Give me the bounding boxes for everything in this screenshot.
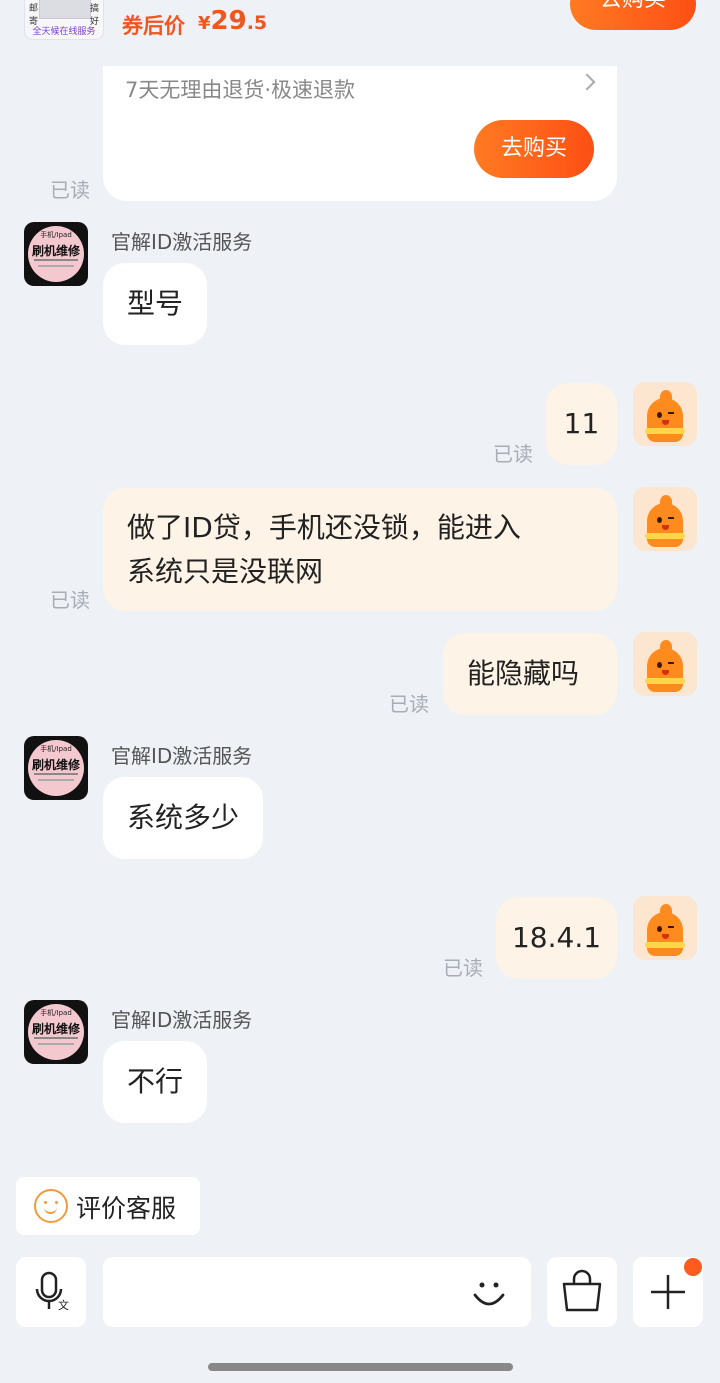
user-avatar[interactable] (633, 632, 697, 696)
top-buy-button[interactable]: 去购买 (570, 0, 696, 30)
avatar-text: 手机/Ipad (40, 231, 72, 239)
read-receipt: 已读 (493, 442, 533, 466)
read-receipt: 已读 (443, 956, 483, 980)
emoji-icon[interactable] (469, 1273, 509, 1313)
buy-button[interactable]: 去购买 (474, 120, 594, 178)
message-bubble[interactable]: 做了ID贷，手机还没锁，能进入 系统只是没联网 (103, 488, 617, 611)
shopping-bag-button[interactable] (547, 1257, 617, 1327)
sender-name: 官解ID激活服务 (111, 1008, 253, 1032)
message-bubble[interactable]: 18.4.1 (496, 897, 617, 979)
microphone-icon: 文 (35, 1271, 69, 1312)
rate-service-label: 评价客服 (76, 1194, 177, 1223)
user-avatar[interactable] (633, 487, 697, 551)
message-bubble[interactable]: 系统多少 (103, 777, 264, 859)
product-thumbnail[interactable]: 邮 寄 搞 好 全天候在线服务 (24, 0, 104, 40)
message-bubble[interactable]: 11 (546, 383, 617, 465)
avatar-text: 手机/Ipad (40, 745, 72, 753)
message-text-line: 系统只是没联网 (127, 555, 324, 588)
shop-avatar[interactable]: 手机/Ipad 刷机维修 (24, 736, 88, 800)
price-label: 券后价 (122, 14, 185, 38)
price-value: ¥29.5 (198, 6, 267, 36)
sender-name: 官解ID激活服务 (111, 744, 253, 768)
message-bubble[interactable]: 能隐藏吗 (443, 633, 617, 715)
message-input[interactable] (103, 1257, 531, 1327)
read-receipt: 已读 (50, 178, 90, 202)
sender-name: 官解ID激活服务 (111, 230, 253, 254)
user-avatar[interactable] (633, 382, 697, 446)
return-policy-text: 7天无理由退货·极速退款 (125, 78, 356, 102)
product-thumb-caption: 全天候在线服务 (32, 27, 96, 37)
shopping-bag-icon (562, 1269, 602, 1312)
rate-service-button[interactable]: 评价客服 (16, 1177, 200, 1235)
avatar-title: 刷机维修 (31, 758, 80, 772)
read-receipt: 已读 (50, 588, 90, 612)
price-integer: 29 (210, 6, 247, 36)
voice-input-button[interactable]: 文 (16, 1257, 86, 1327)
price-decimal: .5 (246, 12, 268, 34)
product-card[interactable]: 7天无理由退货·极速退款 去购买 (103, 66, 617, 201)
svg-text:文: 文 (58, 1298, 69, 1312)
price-currency: ¥ (198, 13, 211, 34)
smile-icon (34, 1189, 68, 1223)
shop-avatar[interactable]: 手机/Ipad 刷机维修 (24, 222, 88, 286)
shop-avatar[interactable]: 手机/Ipad 刷机维修 (24, 1000, 88, 1064)
avatar-text: 手机/Ipad (40, 1009, 72, 1017)
message-bubble[interactable]: 不行 (103, 1041, 208, 1123)
chevron-right-icon[interactable] (578, 73, 596, 91)
product-image (39, 0, 91, 19)
avatar-title: 刷机维修 (31, 244, 80, 258)
message-text-line: 做了ID贷，手机还没锁，能进入 (127, 511, 521, 544)
read-receipt: 已读 (389, 692, 429, 716)
message-bubble[interactable]: 型号 (103, 263, 208, 345)
notification-dot (684, 1258, 702, 1276)
home-indicator[interactable] (208, 1363, 513, 1371)
avatar-title: 刷机维修 (31, 1022, 80, 1036)
user-avatar[interactable] (633, 896, 697, 960)
